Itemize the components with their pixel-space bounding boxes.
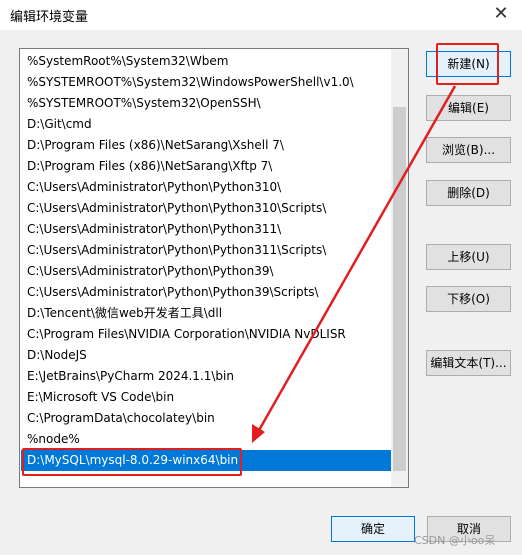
path-item[interactable]: C:\Users\Administrator\Python\Python310\ xyxy=(21,177,392,198)
path-item[interactable]: E:\Microsoft VS Code\bin xyxy=(21,387,392,408)
path-item[interactable]: D:\Git\cmd xyxy=(21,114,392,135)
path-item[interactable]: C:\ProgramData\chocolatey\bin xyxy=(21,408,392,429)
path-item[interactable]: C:\Users\Administrator\Python\Python39\ xyxy=(21,261,392,282)
window-title: 编辑环境变量 xyxy=(10,10,89,25)
path-item[interactable]: D:\Tencent\微信web开发者工具\dll xyxy=(21,303,392,324)
ok-button[interactable]: 确定 xyxy=(331,516,415,542)
path-item[interactable]: C:\Users\Administrator\Python\Python311\ xyxy=(21,219,392,240)
browse-button[interactable]: 浏览(B)... xyxy=(426,137,511,163)
scrollbar-thumb[interactable] xyxy=(393,107,406,471)
path-item[interactable]: C:\Users\Administrator\Python\Python39\S… xyxy=(21,282,392,303)
vertical-scrollbar[interactable] xyxy=(391,49,408,487)
path-item[interactable]: C:\Users\Administrator\Python\Python311\… xyxy=(21,240,392,261)
selected-row-highlight xyxy=(22,448,242,476)
title-bar: 编辑环境变量 ✕ xyxy=(0,0,522,30)
path-item[interactable]: %SYSTEMROOT%\System32\OpenSSH\ xyxy=(21,93,392,114)
path-item[interactable]: %node% xyxy=(21,429,392,450)
new-button-highlight xyxy=(436,43,499,85)
edit-text-button[interactable]: 编辑文本(T)... xyxy=(426,350,511,376)
move-up-button[interactable]: 上移(U) xyxy=(426,244,511,270)
watermark: CSDN @小oo呆 xyxy=(414,534,496,547)
path-item[interactable]: D:\Program Files (x86)\NetSarang\Xshell … xyxy=(21,135,392,156)
path-item[interactable]: %SystemRoot%\System32\Wbem xyxy=(21,51,392,72)
path-item[interactable]: D:\NodeJS xyxy=(21,345,392,366)
path-item[interactable]: E:\JetBrains\PyCharm 2024.1.1\bin xyxy=(21,366,392,387)
path-list-rows: %SystemRoot%\System32\Wbem %SYSTEMROOT%\S… xyxy=(21,51,392,471)
path-item[interactable]: D:\Program Files (x86)\NetSarang\Xftp 7\ xyxy=(21,156,392,177)
close-icon[interactable]: ✕ xyxy=(486,2,516,26)
path-list[interactable]: %SystemRoot%\System32\Wbem %SYSTEMROOT%\S… xyxy=(19,48,409,488)
edit-button[interactable]: 编辑(E) xyxy=(426,95,511,121)
path-item[interactable]: C:\Users\Administrator\Python\Python310\… xyxy=(21,198,392,219)
delete-button[interactable]: 删除(D) xyxy=(426,180,511,206)
path-item[interactable]: %SYSTEMROOT%\System32\WindowsPowerShell\… xyxy=(21,72,392,93)
move-down-button[interactable]: 下移(O) xyxy=(426,286,511,312)
path-item[interactable]: C:\Program Files\NVIDIA Corporation\NVID… xyxy=(21,324,392,345)
